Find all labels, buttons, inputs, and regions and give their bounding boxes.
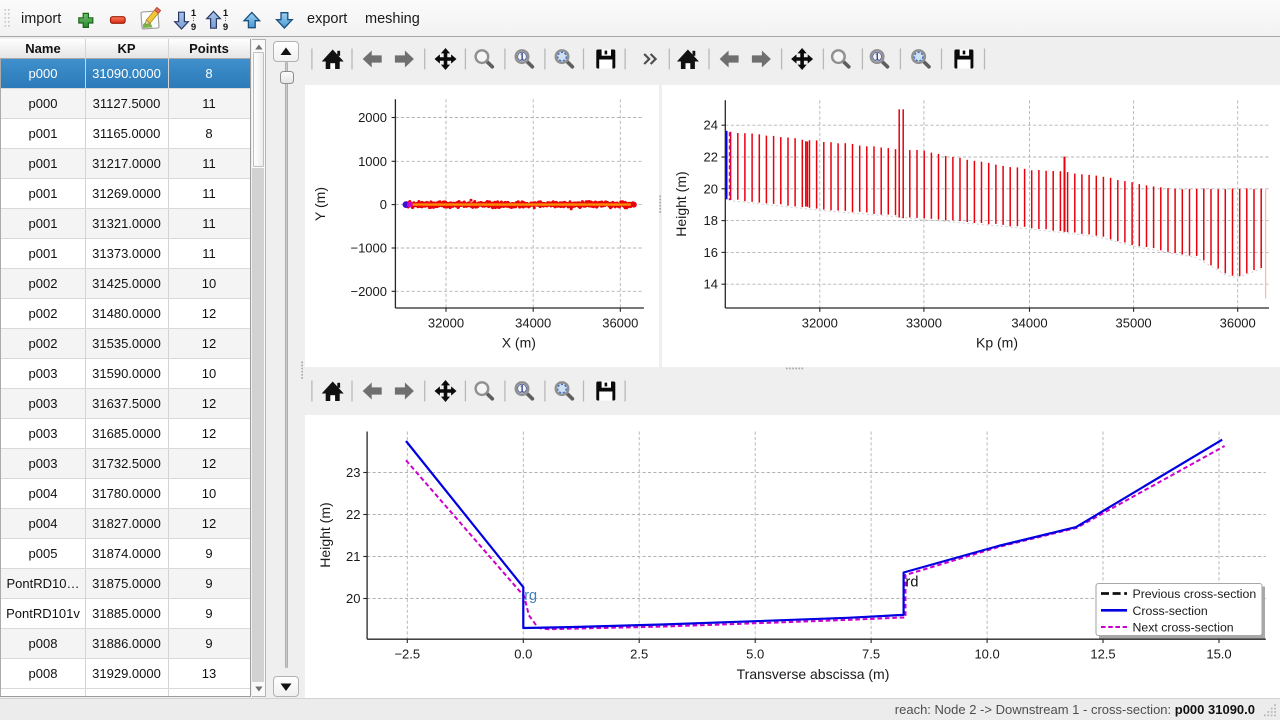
- svg-text:1: 1: [520, 384, 525, 395]
- svg-text:1: 1: [520, 52, 525, 63]
- svg-text:1: 1: [875, 52, 880, 63]
